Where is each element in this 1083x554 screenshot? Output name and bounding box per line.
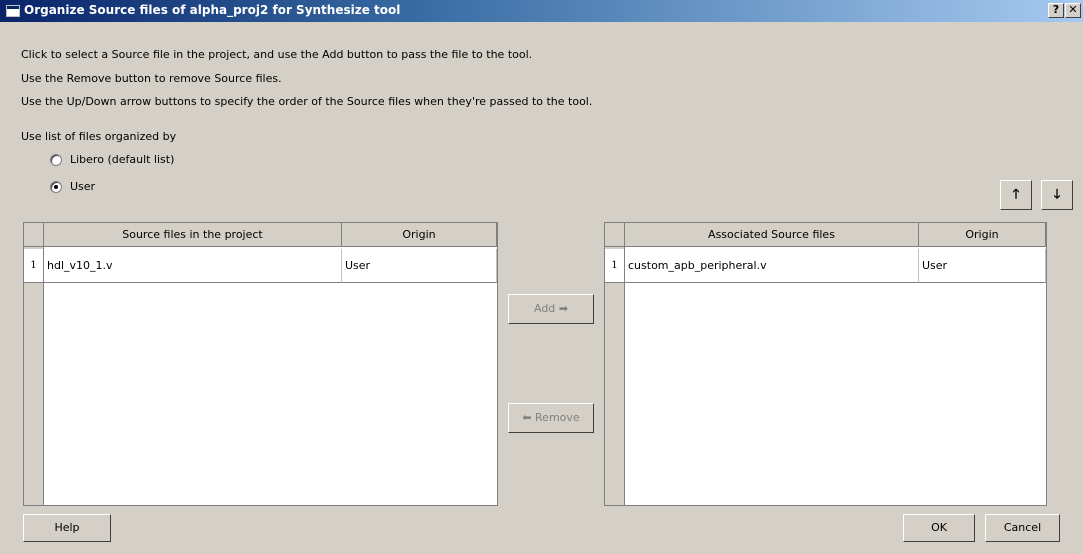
corner-header: [605, 223, 625, 247]
table-row-origin[interactable]: User: [919, 249, 1046, 283]
table-row-origin[interactable]: User: [342, 249, 497, 283]
table-row-file[interactable]: hdl_v10_1.v: [44, 249, 342, 283]
radio-libero[interactable]: Libero (default list): [50, 153, 174, 166]
radio-libero-label: Libero (default list): [70, 153, 175, 166]
instruction-line-2: Use the Remove button to remove Source f…: [21, 72, 282, 85]
help-button[interactable]: Help: [23, 514, 111, 542]
cancel-button[interactable]: Cancel: [985, 514, 1060, 542]
move-up-button[interactable]: 🡑: [1000, 180, 1032, 210]
row-number: 1: [605, 249, 625, 283]
move-down-button[interactable]: 🡓: [1041, 180, 1073, 210]
window-icon: [6, 5, 20, 17]
title-bar: Organize Source files of alpha_proj2 for…: [0, 0, 1083, 22]
column-header-associated-files[interactable]: Associated Source files: [625, 223, 919, 247]
column-header-origin[interactable]: Origin: [342, 223, 497, 247]
ok-button[interactable]: OK: [903, 514, 975, 542]
source-files-table[interactable]: Source files in the project Origin 1 hdl…: [23, 222, 498, 506]
radio-button-unchecked[interactable]: [50, 153, 62, 166]
window-title: Organize Source files of alpha_proj2 for…: [24, 3, 401, 17]
radio-user[interactable]: User: [50, 180, 95, 193]
remove-button[interactable]: ⬅ Remove: [508, 403, 594, 433]
radio-button-checked[interactable]: [50, 180, 62, 193]
instruction-line-3: Use the Up/Down arrow buttons to specify…: [21, 95, 593, 108]
column-header-source-files[interactable]: Source files in the project: [44, 223, 342, 247]
arrow-down-icon: 🡓: [1053, 187, 1061, 202]
row-number: 1: [24, 249, 44, 283]
instruction-line-1: Click to select a Source file in the pro…: [21, 48, 533, 61]
close-icon[interactable]: ✕: [1065, 3, 1081, 18]
add-button[interactable]: Add ➡: [508, 294, 594, 324]
corner-header: [24, 223, 44, 247]
radio-user-label: User: [70, 180, 96, 193]
table-row-file[interactable]: custom_apb_peripheral.v: [625, 249, 919, 283]
associated-files-table[interactable]: Associated Source files Origin 1 custom_…: [604, 222, 1047, 506]
help-icon[interactable]: ?: [1048, 3, 1064, 18]
arrow-up-icon: 🡑: [1012, 187, 1020, 202]
column-header-origin[interactable]: Origin: [919, 223, 1046, 247]
organize-label: Use list of files organized by: [21, 130, 177, 143]
